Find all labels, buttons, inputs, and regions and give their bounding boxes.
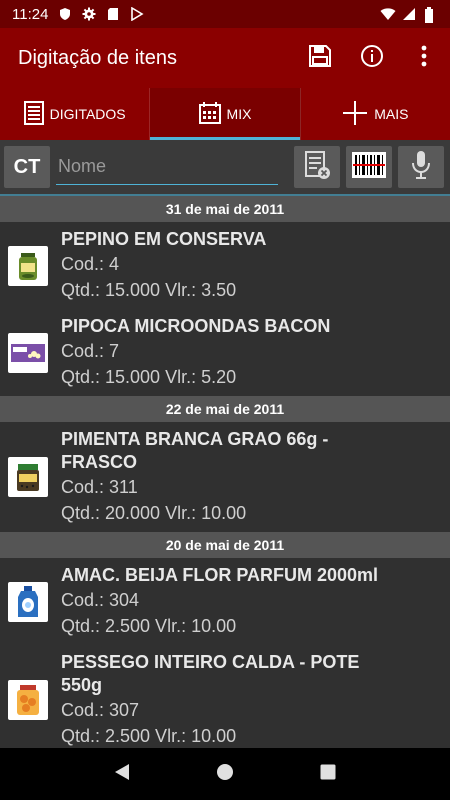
- list-doc-icon: [23, 100, 44, 128]
- list-item[interactable]: PIPOCA MICROONDAS BACON Cod.: 7 Qtd.: 15…: [0, 309, 450, 396]
- app-title: Digitação de itens: [18, 46, 177, 69]
- tab-label: MAIS: [374, 106, 409, 122]
- back-icon: [114, 763, 130, 786]
- gear-icon: [82, 7, 96, 21]
- status-bar: 11:24: [0, 0, 450, 28]
- search-row: CT: [0, 140, 450, 194]
- voice-search-button[interactable]: [398, 146, 444, 188]
- item-name: PIMENTA BRANCA GRAO 66g - FRASCO: [61, 429, 329, 472]
- play-store-icon: [130, 6, 144, 22]
- sd-card-icon: [106, 7, 120, 21]
- calendar-grid-icon: [198, 101, 221, 127]
- microphone-icon: [411, 150, 431, 185]
- info-icon: [360, 44, 384, 73]
- list-item[interactable]: PESSEGO INTEIRO CALDA - POTE 550g Cod.: …: [0, 645, 450, 748]
- barcode-button[interactable]: [346, 146, 392, 188]
- item-name: PESSEGO INTEIRO CALDA - POTE 550g: [61, 652, 360, 695]
- overflow-menu-icon: [421, 45, 427, 72]
- item-qty-value: Qtd.: 2.500 Vlr.: 10.00: [61, 726, 237, 746]
- wifi-icon: [380, 7, 396, 21]
- softener-bottle-icon: [8, 581, 48, 622]
- recents-icon: [320, 764, 336, 785]
- date-header: 20 de mai de 2011: [0, 532, 450, 558]
- overflow-menu-button[interactable]: [398, 32, 450, 84]
- item-name: PEPINO EM CONSERVA: [61, 229, 267, 249]
- peach-jar-icon: [8, 680, 48, 720]
- system-nav-bar: [0, 748, 450, 800]
- tab-label: DIGITADOS: [49, 106, 126, 122]
- tab-label: MIX: [226, 106, 252, 122]
- tab-digitados[interactable]: DIGITADOS: [0, 88, 151, 140]
- info-button[interactable]: [346, 32, 398, 84]
- item-code: Cod.: 311: [61, 477, 138, 497]
- item-name: PIPOCA MICROONDAS BACON: [61, 316, 331, 336]
- date-header: 22 de mai de 2011: [0, 396, 450, 422]
- app-bar: Digitação de itens: [0, 28, 450, 88]
- item-qty-value: Qtd.: 20.000 Vlr.: 10.00: [61, 503, 247, 523]
- items-list[interactable]: 31 de mai de 2011 PEPINO EM CONSERVA Cod…: [0, 196, 450, 748]
- back-button[interactable]: [107, 759, 137, 789]
- barcode-icon: [351, 151, 387, 184]
- shield-icon: [58, 7, 72, 21]
- item-qty-value: Qtd.: 15.000 Vlr.: 5.20: [61, 367, 237, 387]
- name-search-input[interactable]: [56, 149, 278, 185]
- tab-bar: DIGITADOS MIX MAIS: [0, 88, 450, 140]
- item-code: Cod.: 7: [61, 341, 120, 361]
- item-qty-value: Qtd.: 15.000 Vlr.: 3.50: [61, 280, 237, 300]
- pepper-jar-icon: [8, 457, 48, 497]
- save-icon: [308, 44, 332, 73]
- item-name: AMAC. BEIJA FLOR PARFUM 2000ml: [61, 565, 379, 585]
- clear-list-icon: [303, 150, 331, 185]
- popcorn-box-icon: [8, 332, 48, 373]
- item-code: Cod.: 4: [61, 254, 120, 274]
- tab-mix[interactable]: MIX: [150, 88, 301, 140]
- clear-list-button[interactable]: [294, 146, 340, 188]
- status-time: 11:24: [12, 5, 49, 23]
- item-code: Cod.: 307: [61, 700, 140, 720]
- signal-icon: [402, 7, 416, 21]
- item-code: Cod.: 304: [61, 590, 140, 610]
- list-item[interactable]: PEPINO EM CONSERVA Cod.: 4 Qtd.: 15.000 …: [0, 222, 450, 309]
- item-qty-value: Qtd.: 2.500 Vlr.: 10.00: [61, 616, 237, 636]
- save-button[interactable]: [294, 32, 346, 84]
- tab-mais[interactable]: MAIS: [301, 88, 450, 140]
- battery-icon: [424, 7, 438, 23]
- ct-button[interactable]: CT: [4, 146, 50, 188]
- pickle-jar-icon: [8, 245, 48, 286]
- list-item[interactable]: PIMENTA BRANCA GRAO 66g - FRASCO Cod.: 3…: [0, 422, 450, 532]
- plus-icon: [342, 100, 368, 129]
- home-button[interactable]: [210, 759, 240, 789]
- home-icon: [216, 763, 234, 786]
- date-header: 31 de mai de 2011: [0, 196, 450, 222]
- list-item[interactable]: AMAC. BEIJA FLOR PARFUM 2000ml Cod.: 304…: [0, 558, 450, 645]
- recents-button[interactable]: [313, 759, 343, 789]
